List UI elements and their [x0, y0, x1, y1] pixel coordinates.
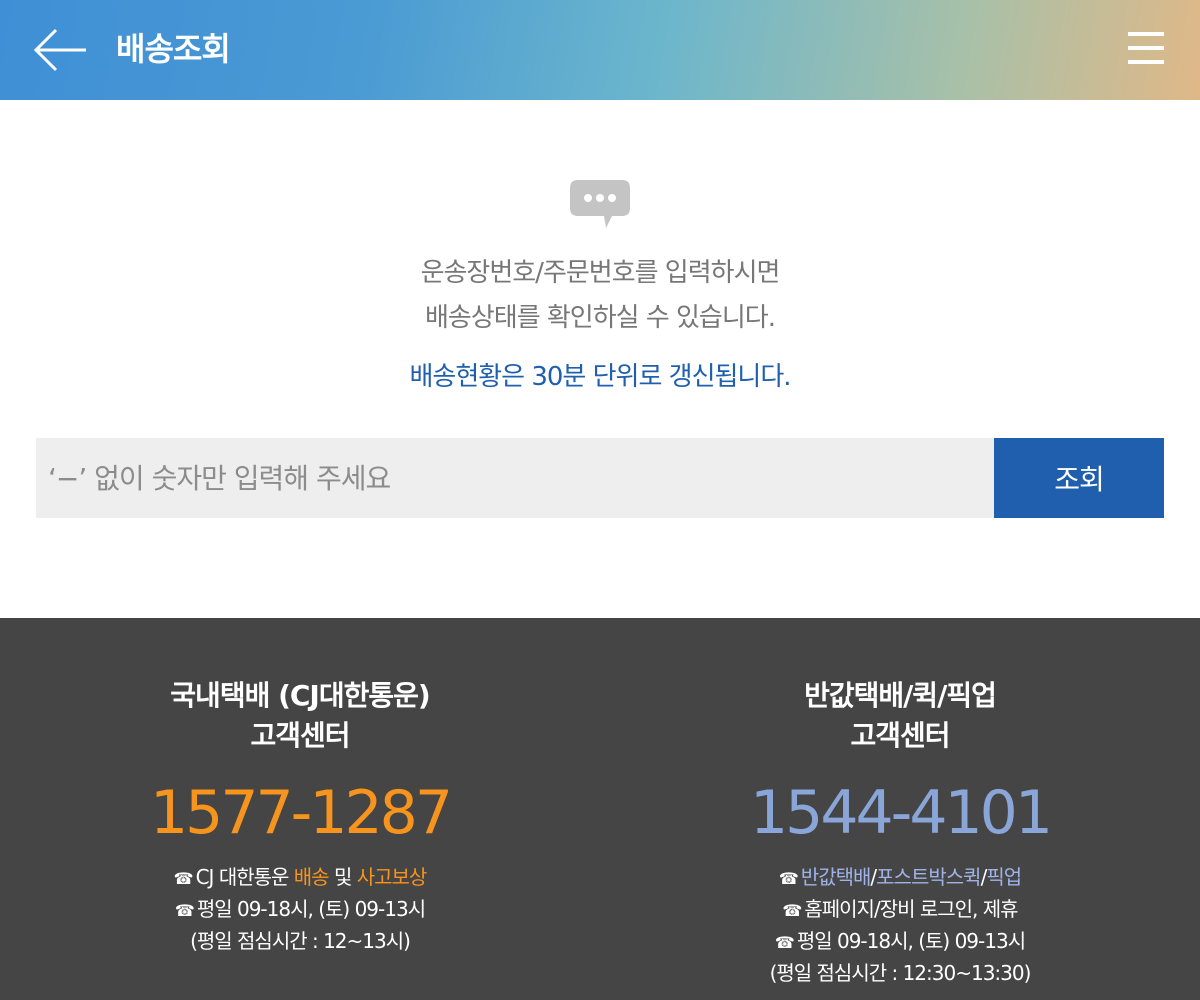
domestic-cc-title-line1: 국내택배 (CJ대한통운): [170, 679, 430, 712]
page-title: 배송조회: [116, 30, 231, 68]
tracking-number-input[interactable]: [36, 438, 994, 518]
telephone-icon: ☎: [774, 933, 795, 952]
domestic-cc-title-line2: 고객센터: [250, 719, 350, 752]
detail-text: 평일 09-18시, (토) 09-13시: [796, 929, 1026, 953]
halfprice-customer-center: 반값택배/퀵/픽업 고객센터 1544-4101 ☎ 반값택배/포스트박스퀵/픽업…: [600, 676, 1200, 988]
chat-bubble-icon: [570, 180, 630, 228]
accident-compensation-link[interactable]: 사고보상: [357, 865, 428, 889]
domestic-phone-link[interactable]: 1577-1287: [0, 778, 600, 848]
detail-text: 홈페이지/장비 로그인, 제휴: [804, 897, 1018, 921]
telephone-icon: ☎: [173, 869, 194, 888]
domestic-detail-line-3: (평일 점심시간 : 12~13시): [190, 929, 411, 953]
halfprice-cc-details: ☎ 반값택배/포스트박스퀵/픽업 ☎ 홈페이지/장비 로그인, 제휴 ☎ 평일 09-…: [600, 862, 1200, 988]
back-button[interactable]: [30, 24, 92, 76]
telephone-icon: ☎: [174, 901, 195, 920]
header-bar: 배송조회: [0, 0, 1200, 100]
halfprice-detail-line-3: ☎ 평일 09-18시, (토) 09-13시: [600, 926, 1200, 958]
halfprice-cc-title-line2: 고객센터: [850, 719, 950, 752]
telephone-icon: ☎: [778, 869, 799, 888]
info-text-line-2: 배송상태를 확인하실 수 있습니다.: [425, 303, 776, 333]
halfprice-cc-title-line1: 반값택배/퀵/픽업: [804, 679, 997, 712]
telephone-icon: ☎: [782, 901, 802, 920]
domestic-customer-center: 국내택배 (CJ대한통운) 고객센터 1577-1287 ☎ CJ 대한통운 배송…: [0, 676, 600, 956]
halfprice-detail-line-1: ☎ 반값택배/포스트박스퀵/픽업: [600, 862, 1200, 894]
halfprice-detail-line-4: (평일 점심시간 : 12:30~13:30): [769, 961, 1032, 985]
halfprice-delivery-link[interactable]: 반값택배: [801, 865, 872, 889]
detail-text: 및: [328, 865, 357, 889]
search-button[interactable]: 조회: [994, 438, 1164, 518]
domestic-cc-details: ☎ CJ 대한통운 배송 및 사고보상 ☎ 평일 09-18시, (토) 09-13…: [0, 862, 600, 956]
pickup-link[interactable]: 픽업: [986, 865, 1022, 889]
postbox-quick-link[interactable]: 포스트박스퀵: [876, 865, 981, 889]
arrow-left-icon: [33, 28, 86, 72]
halfprice-phone-link[interactable]: 1544-4101: [600, 778, 1200, 848]
hamburger-menu-icon[interactable]: [1124, 28, 1168, 68]
detail-text: 평일 09-18시, (토) 09-13시: [196, 897, 426, 921]
domestic-detail-line-2: ☎ 평일 09-18시, (토) 09-13시: [0, 894, 600, 926]
delivery-link[interactable]: 배송: [294, 865, 330, 889]
detail-text: CJ 대한통운: [195, 865, 294, 889]
info-text-line-1: 운송장번호/주문번호를 입력하시면: [420, 258, 781, 288]
footer: 국내택배 (CJ대한통운) 고객센터 1577-1287 ☎ CJ 대한통운 배송…: [0, 618, 1200, 1000]
halfprice-detail-line-2: ☎ 홈페이지/장비 로그인, 제휴: [600, 894, 1200, 926]
update-notice: 배송현황은 30분 단위로 갱신됩니다.: [409, 362, 791, 392]
domestic-detail-line-1: ☎ CJ 대한통운 배송 및 사고보상: [0, 862, 600, 894]
